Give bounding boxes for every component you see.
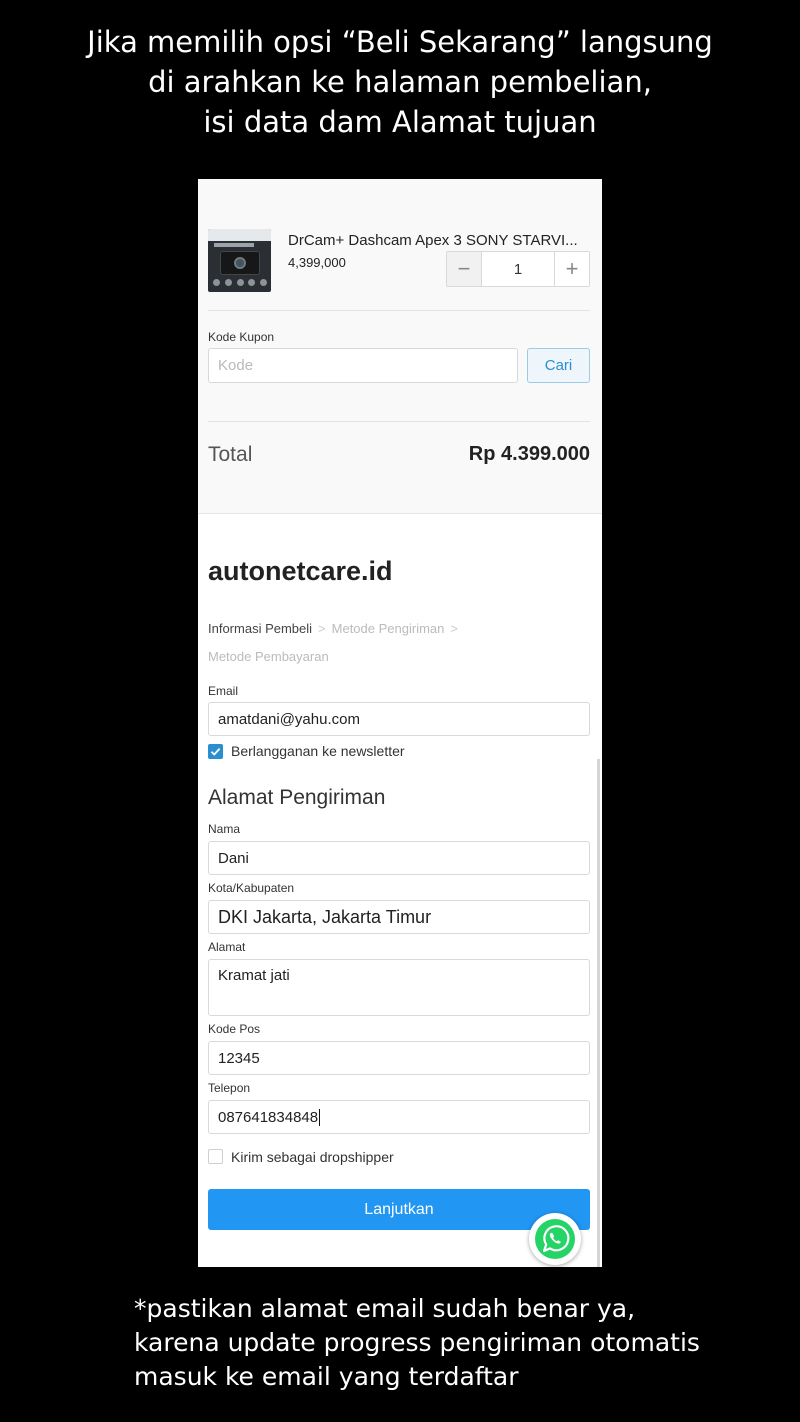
email-field[interactable]: amatdani@yahu.com: [208, 702, 590, 736]
total-label: Total: [208, 443, 253, 466]
newsletter-label: Berlangganan ke newsletter: [231, 743, 405, 759]
name-label: Nama: [208, 822, 241, 836]
checkout-breadcrumb: Informasi Pembeli > Metode Pengiriman > Met…: [208, 615, 588, 671]
step-payment-method[interactable]: Metode Pembayaran: [208, 649, 329, 664]
total-value: Rp 4.399.000: [468, 443, 590, 465]
coupon-input[interactable]: [208, 348, 518, 383]
whatsapp-icon: [535, 1219, 575, 1259]
dropshipper-label: Kirim sebagai dropshipper: [231, 1149, 394, 1165]
bottom-caption-line: masuk ke email yang terdaftar: [134, 1362, 519, 1391]
city-label: Kota/Kabupaten: [208, 881, 295, 895]
product-thumbnail: [208, 229, 271, 292]
text-cursor: [319, 1108, 321, 1126]
dropshipper-checkbox[interactable]: [208, 1149, 223, 1164]
postal-label: Kode Pos: [208, 1022, 261, 1036]
bottom-caption: *pastikan alamat email sudah benar ya, k…: [134, 1292, 700, 1394]
scrollbar[interactable]: [597, 759, 600, 1267]
bottom-caption-line: *pastikan alamat email sudah benar ya,: [134, 1294, 636, 1323]
product-price: 4,399,000: [288, 255, 346, 270]
step-buyer-info[interactable]: Informasi Pembeli: [208, 621, 312, 636]
product-name: DrCam+ Dashcam Apex 3 SONY STARVI...: [288, 232, 578, 249]
top-caption-line: Jika memilih opsi “Beli Sekarang” langsu…: [87, 25, 713, 59]
divider: [208, 310, 590, 311]
address-value: Kramat jati: [218, 967, 290, 984]
quantity-increase-button[interactable]: +: [554, 252, 589, 286]
address-textarea[interactable]: Kramat jati: [208, 959, 590, 1016]
top-caption-line: di arahkan ke halaman pembelian,: [148, 65, 652, 99]
address-label: Alamat: [208, 940, 246, 954]
top-caption-line: isi data dam Alamat tujuan: [203, 105, 597, 139]
city-select[interactable]: DKI Jakarta, Jakarta Timur: [208, 900, 590, 934]
newsletter-checkbox[interactable]: [208, 744, 223, 759]
whatsapp-button[interactable]: [529, 1213, 581, 1265]
quantity-stepper: − 1 +: [446, 251, 590, 287]
email-value: amatdani@yahu.com: [218, 710, 360, 728]
phone-label: Telepon: [208, 1081, 251, 1095]
chevron-right-icon: >: [318, 621, 326, 636]
quantity-decrease-button[interactable]: −: [447, 252, 482, 286]
email-label: Email: [208, 684, 239, 698]
phone-value: 087641834848: [218, 1108, 319, 1126]
divider: [208, 421, 590, 422]
phone-field[interactable]: 087641834848: [208, 1100, 590, 1134]
postal-value: 12345: [218, 1049, 260, 1067]
checkout-page: DrCam+ Dashcam Apex 3 SONY STARVI... 4,3…: [198, 179, 602, 1267]
cart-summary: DrCam+ Dashcam Apex 3 SONY STARVI... 4,3…: [198, 179, 602, 514]
coupon-search-button[interactable]: Cari: [527, 348, 590, 383]
coupon-label: Kode Kupon: [208, 330, 275, 344]
name-field[interactable]: Dani: [208, 841, 590, 875]
checkmark-icon: [210, 747, 221, 756]
postal-field[interactable]: 12345: [208, 1041, 590, 1075]
chevron-right-icon: >: [450, 621, 458, 636]
name-value: Dani: [218, 849, 249, 867]
store-name: autonetcare.id: [208, 556, 393, 586]
shipping-address-title: Alamat Pengiriman: [208, 786, 386, 809]
city-value: DKI Jakarta, Jakarta Timur: [218, 906, 432, 927]
quantity-value[interactable]: 1: [482, 252, 554, 286]
bottom-caption-line: karena update progress pengiriman otomat…: [134, 1328, 700, 1357]
step-shipping-method[interactable]: Metode Pengiriman: [332, 621, 445, 636]
top-caption: Jika memilih opsi “Beli Sekarang” langsu…: [0, 22, 800, 142]
